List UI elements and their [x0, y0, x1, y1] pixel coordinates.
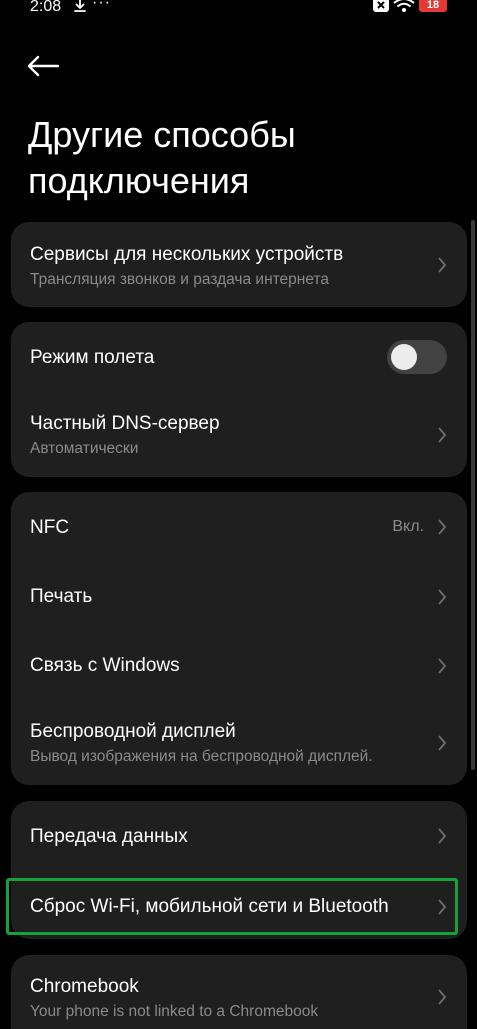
chromebook-item[interactable]: Chromebook Your phone is not linked to a… — [11, 955, 467, 1029]
chevron-right-icon — [438, 735, 447, 751]
card-network: Режим полета Частный DNS-сервер Автомати… — [11, 322, 467, 477]
card-multi-device: Сервисы для нескольких устройств Трансля… — [11, 222, 467, 307]
chevron-right-icon — [438, 427, 447, 443]
card-chromebook: Chromebook Your phone is not linked to a… — [11, 955, 467, 1029]
status-bar: 2:08 ··· 18 — [0, 0, 477, 22]
nfc-status-value: Вкл. — [392, 518, 424, 535]
wireless-display-item[interactable]: Беспроводной дисплей Вывод изображения н… — [11, 700, 467, 785]
item-subtitle: Вывод изображения на беспроводной диспле… — [30, 748, 373, 765]
toggle-knob — [391, 344, 417, 370]
print-item[interactable]: Печать — [11, 562, 467, 632]
item-title: Печать — [30, 586, 93, 607]
item-title: Сервисы для нескольких устройств — [30, 244, 344, 265]
nfc-item[interactable]: NFC Вкл. — [11, 492, 467, 562]
chevron-right-icon — [438, 828, 447, 844]
item-subtitle: Your phone is not linked to a Chromebook — [30, 1003, 319, 1020]
chevron-right-icon — [438, 519, 447, 535]
chevron-right-icon — [438, 589, 447, 605]
download-icon — [74, 0, 86, 12]
item-title: NFC — [30, 517, 70, 538]
status-time: 2:08 — [30, 0, 62, 15]
muted-notification-icon — [373, 0, 389, 12]
link-to-windows-item[interactable]: Связь с Windows — [11, 632, 467, 700]
airplane-mode-toggle[interactable] — [387, 340, 447, 374]
item-subtitle: Трансляция звонков и раздача интернета — [30, 271, 330, 288]
private-dns-item[interactable]: Частный DNS-сервер Автоматически — [11, 392, 467, 477]
scrollbar[interactable] — [471, 220, 475, 770]
multi-device-services-item[interactable]: Сервисы для нескольких устройств Трансля… — [11, 222, 467, 307]
more-notifications-icon: ··· — [92, 0, 111, 11]
item-subtitle: Автоматически — [30, 440, 139, 457]
item-title: Режим полета — [30, 347, 155, 368]
back-button[interactable] — [26, 50, 66, 82]
item-title: Chromebook — [30, 976, 139, 997]
chevron-right-icon — [438, 658, 447, 674]
item-title: Передача данных — [30, 826, 188, 847]
battery-indicator: 18 — [419, 0, 447, 12]
data-transfer-item[interactable]: Передача данных — [11, 801, 467, 871]
item-title: Беспроводной дисплей — [30, 721, 236, 742]
item-title: Частный DNS-сервер — [30, 413, 220, 434]
chevron-right-icon — [438, 257, 447, 273]
back-arrow-icon — [27, 55, 60, 77]
item-title: Связь с Windows — [30, 655, 180, 676]
card-connections: NFC Вкл. Печать Связь с Windows Беспрово… — [11, 492, 467, 785]
wifi-icon — [393, 0, 415, 12]
airplane-mode-item[interactable]: Режим полета — [11, 322, 467, 392]
chevron-right-icon — [438, 989, 447, 1005]
page-title: Другие способы подключения — [28, 114, 296, 201]
reset-item-highlight-frame — [6, 878, 458, 935]
